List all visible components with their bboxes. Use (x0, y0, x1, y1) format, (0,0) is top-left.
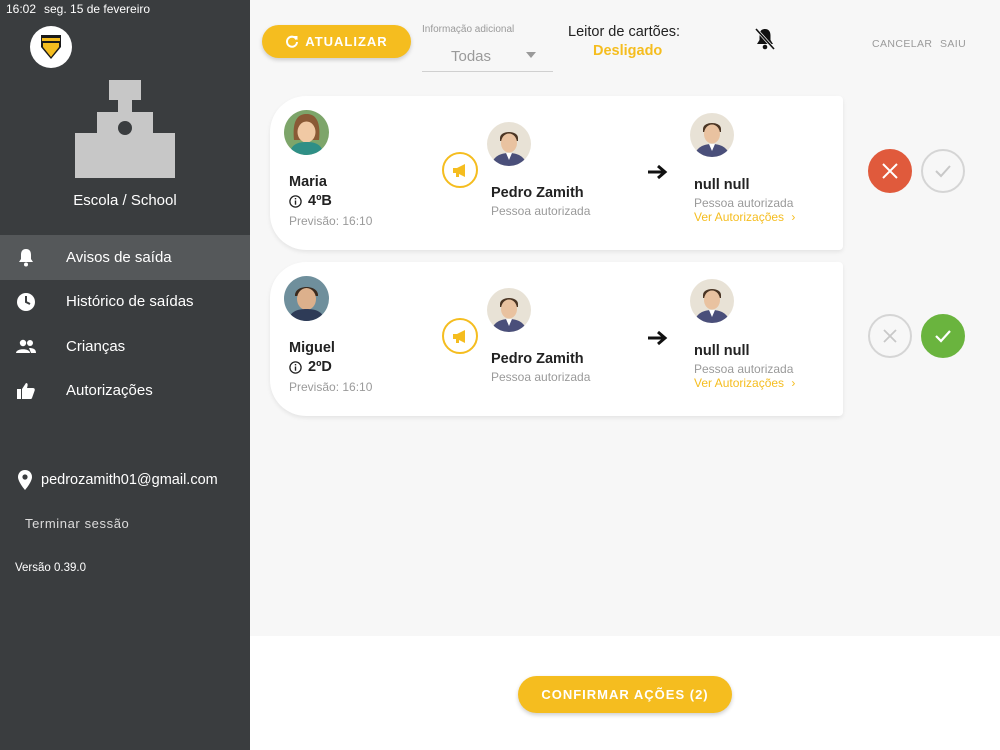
pickup-person-avatar (487, 288, 531, 332)
sidebar-item-label: Autorizações (66, 382, 153, 400)
exit-notice-card: Miguel 2ºD Previsão: 16:10 Pedro Zamith … (270, 262, 843, 416)
school-name: Escola / School (73, 192, 177, 209)
bell-icon (19, 249, 33, 267)
sidebar-item-criancas[interactable]: Crianças (0, 324, 250, 369)
authorized-person-role: Pessoa autorizada (694, 196, 794, 210)
child-eta: Previsão: 16:10 (289, 214, 373, 228)
megaphone-icon (453, 164, 465, 177)
sidebar-item-label: Crianças (66, 337, 126, 355)
exit-notice-card: Maria 4ºB Previsão: 16:10 Pedro Zamith P… (270, 96, 843, 250)
child-name: Miguel (289, 340, 335, 356)
arrow-right-icon (648, 164, 668, 180)
accept-button[interactable] (921, 149, 965, 193)
thumbs-up-icon (17, 382, 35, 399)
user-email: pedrozamith01@gmail.com (41, 472, 218, 488)
pickup-person-role: Pessoa autorizada (491, 370, 591, 384)
check-icon (935, 165, 951, 178)
status-date: seg. 15 de fevereiro (44, 2, 151, 16)
authorized-person-name: null null (694, 343, 750, 359)
child-eta: Previsão: 16:10 (289, 380, 373, 394)
arrow-right-icon (648, 330, 668, 346)
shield-logo-icon (41, 35, 61, 59)
info-icon (289, 360, 302, 374)
authorized-person-role: Pessoa autorizada (694, 362, 794, 376)
authorized-person-name: null null (694, 177, 750, 193)
child-class-label: 4ºB (308, 193, 332, 209)
cancel-link[interactable]: CANCELAR (872, 38, 932, 50)
sidebar-item-avisos[interactable]: Avisos de saída (0, 235, 250, 280)
child-class-label: 2ºD (308, 359, 332, 375)
card-reader-status: Desligado (593, 43, 663, 59)
chevron-right-icon: › (791, 376, 796, 390)
sidebar-item-label: Avisos de saída (66, 248, 172, 266)
status-bar: 16:02 seg. 15 de fevereiro (0, 0, 1000, 18)
sidebar-item-autorizacoes[interactable]: Autorizações (0, 369, 250, 414)
refresh-label: ATUALIZAR (305, 34, 388, 49)
chevron-right-icon: › (791, 210, 796, 224)
authorized-person-avatar (690, 279, 734, 323)
megaphone-button[interactable] (442, 152, 478, 188)
check-icon (935, 330, 951, 343)
sidebar: Escola / School Avisos de saída Históric… (0, 0, 250, 750)
close-icon (882, 163, 898, 179)
pickup-person-avatar (487, 122, 531, 166)
family-logo (30, 26, 72, 68)
pickup-person-name: Pedro Zamith (491, 351, 584, 367)
card-reader-title: Leitor de cartões: (568, 24, 681, 40)
close-icon (883, 329, 897, 343)
authorized-person-avatar (690, 113, 734, 157)
sidebar-item-label: Histórico de saídas (66, 293, 194, 311)
child-avatar (284, 276, 329, 321)
info-icon (289, 194, 302, 208)
clock-icon (17, 292, 35, 311)
app-version: Versão 0.39.0 (15, 562, 86, 574)
reject-button[interactable] (868, 314, 912, 358)
info-filter-select[interactable]: Todas (422, 40, 553, 72)
status-time: 16:02 (6, 2, 37, 16)
child-class: 2ºD (289, 359, 332, 375)
info-filter-label: Informação adicional (422, 24, 515, 35)
pickup-person-name: Pedro Zamith (491, 185, 584, 201)
view-authorizations-label: Ver Autorizações (694, 210, 785, 224)
view-authorizations-link[interactable]: Ver Autorizações › (694, 376, 795, 390)
exit-link[interactable]: SAIU (940, 38, 966, 50)
bell-off-icon[interactable] (754, 27, 776, 51)
logout-link[interactable]: Terminar sessão (25, 516, 129, 531)
pickup-person-role: Pessoa autorizada (491, 204, 591, 218)
location-pin-icon (18, 470, 32, 490)
chevron-down-icon (526, 52, 536, 58)
people-icon (16, 339, 36, 353)
reject-button[interactable] (868, 149, 912, 193)
child-avatar (284, 110, 329, 155)
sidebar-item-historico[interactable]: Histórico de saídas (0, 280, 250, 325)
accept-button[interactable] (921, 314, 965, 358)
info-filter-value: Todas (451, 48, 492, 65)
megaphone-icon (453, 330, 465, 343)
child-class: 4ºB (289, 193, 332, 209)
sidebar-nav: Avisos de saída Histórico de saídas Cria… (0, 235, 250, 413)
view-authorizations-link[interactable]: Ver Autorizações › (694, 210, 795, 224)
child-name: Maria (289, 174, 327, 190)
view-authorizations-label: Ver Autorizações (694, 376, 785, 390)
megaphone-button[interactable] (442, 318, 478, 354)
user-email-row: pedrozamith01@gmail.com (18, 470, 218, 490)
refresh-button[interactable]: ATUALIZAR (262, 25, 411, 58)
confirm-actions-button[interactable]: CONFIRMAR AÇÕES (2) (518, 676, 732, 713)
refresh-icon (286, 35, 299, 48)
school-building-icon (75, 80, 175, 178)
